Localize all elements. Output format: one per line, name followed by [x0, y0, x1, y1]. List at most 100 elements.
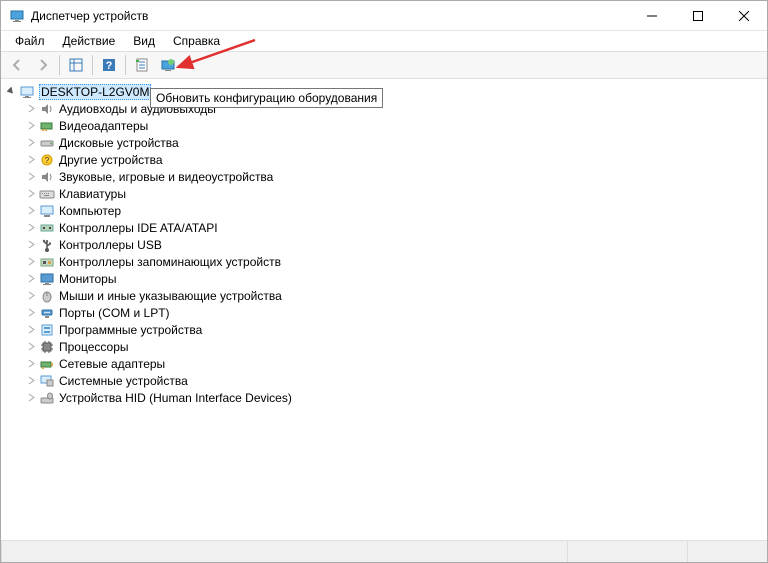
status-cell: [687, 541, 767, 562]
item-label: Контроллеры IDE ATA/ATAPI: [59, 221, 218, 235]
mouse-icon: [39, 288, 55, 304]
expander-icon[interactable]: [25, 256, 37, 268]
tree-item-display-adapters[interactable]: Видеоадаптеры: [3, 117, 765, 134]
back-button[interactable]: [5, 54, 29, 76]
expander-icon[interactable]: [25, 188, 37, 200]
properties-button[interactable]: [130, 54, 154, 76]
expander-icon[interactable]: [25, 120, 37, 132]
tree-item-audio-io[interactable]: Аудиовходы и аудиовыходы: [3, 100, 765, 117]
statusbar: [1, 540, 767, 562]
software-device-icon: [39, 322, 55, 338]
usb-icon: [39, 237, 55, 253]
disk-icon: [39, 135, 55, 151]
titlebar: Диспетчер устройств: [1, 1, 767, 31]
expander-icon[interactable]: [25, 392, 37, 404]
network-adapter-icon: [39, 356, 55, 372]
item-label: Контроллеры запоминающих устройств: [59, 255, 281, 269]
expander-icon[interactable]: [25, 239, 37, 251]
tree-item-hid[interactable]: Устройства HID (Human Interface Devices): [3, 389, 765, 406]
menu-help[interactable]: Справка: [165, 32, 228, 50]
tree-item-computer[interactable]: Компьютер: [3, 202, 765, 219]
root-label: DESKTOP-L2GV0M: [39, 84, 151, 100]
expander-icon[interactable]: [25, 341, 37, 353]
menu-file[interactable]: Файл: [7, 32, 53, 50]
expander-icon[interactable]: [5, 86, 17, 98]
help-button[interactable]: ?: [97, 54, 121, 76]
item-label: Сетевые адаптеры: [59, 357, 165, 371]
tree-item-keyboards[interactable]: Клавиатуры: [3, 185, 765, 202]
cpu-icon: [39, 339, 55, 355]
maximize-button[interactable]: [675, 1, 721, 30]
app-icon: [9, 8, 25, 24]
menubar: Файл Действие Вид Справка: [1, 31, 767, 51]
expander-icon[interactable]: [25, 222, 37, 234]
menu-action[interactable]: Действие: [55, 32, 124, 50]
expander-icon[interactable]: [25, 154, 37, 166]
item-label: Мыши и иные указывающие устройства: [59, 289, 282, 303]
tree-item-sound-game-video[interactable]: Звуковые, игровые и видеоустройства: [3, 168, 765, 185]
svg-text:?: ?: [106, 60, 113, 72]
forward-button[interactable]: [31, 54, 55, 76]
toolbar-separator: [125, 55, 126, 75]
status-cell: [567, 541, 687, 562]
expander-icon[interactable]: [25, 290, 37, 302]
other-device-icon: ?: [39, 152, 55, 168]
expander-icon[interactable]: [25, 103, 37, 115]
tree-item-ports[interactable]: Порты (COM и LPT): [3, 304, 765, 321]
tree-item-monitors[interactable]: Мониторы: [3, 270, 765, 287]
status-cell: [1, 541, 567, 562]
item-label: Системные устройства: [59, 374, 188, 388]
hid-icon: [39, 390, 55, 406]
item-label: Процессоры: [59, 340, 129, 354]
tree-item-processors[interactable]: Процессоры: [3, 338, 765, 355]
toolbar: ?: [1, 51, 767, 79]
toolbar-separator: [92, 55, 93, 75]
item-label: Мониторы: [59, 272, 116, 286]
menu-view[interactable]: Вид: [125, 32, 163, 50]
expander-icon[interactable]: [25, 324, 37, 336]
item-label: Дисковые устройства: [59, 136, 179, 150]
svg-text:?: ?: [45, 156, 50, 165]
keyboard-icon: [39, 186, 55, 202]
speaker-icon: [39, 101, 55, 117]
expander-icon[interactable]: [25, 307, 37, 319]
window-controls: [629, 1, 767, 30]
expander-icon[interactable]: [25, 137, 37, 149]
display-adapter-icon: [39, 118, 55, 134]
minimize-button[interactable]: [629, 1, 675, 30]
expander-icon[interactable]: [25, 375, 37, 387]
port-icon: [39, 305, 55, 321]
item-label: Компьютер: [59, 204, 121, 218]
tree-item-disk-drives[interactable]: Дисковые устройства: [3, 134, 765, 151]
show-hide-console-tree-button[interactable]: [64, 54, 88, 76]
scan-hardware-button[interactable]: [156, 54, 180, 76]
item-label: Контроллеры USB: [59, 238, 162, 252]
tree-item-ide-ata[interactable]: Контроллеры IDE ATA/ATAPI: [3, 219, 765, 236]
device-manager-window: Диспетчер устройств Файл Действие Вид Сп…: [0, 0, 768, 563]
tooltip: Обновить конфигурацию оборудования: [150, 88, 383, 108]
tree-item-usb-controllers[interactable]: Контроллеры USB: [3, 236, 765, 253]
expander-icon[interactable]: [25, 358, 37, 370]
window-title: Диспетчер устройств: [31, 9, 629, 23]
close-button[interactable]: [721, 1, 767, 30]
tree-item-system-devices[interactable]: Системные устройства: [3, 372, 765, 389]
tree-item-network-adapters[interactable]: Сетевые адаптеры: [3, 355, 765, 372]
ide-controller-icon: [39, 220, 55, 236]
computer-icon: [39, 203, 55, 219]
monitor-icon: [39, 271, 55, 287]
toolbar-separator: [59, 55, 60, 75]
tree-root[interactable]: DESKTOP-L2GV0M: [3, 83, 765, 100]
expander-icon[interactable]: [25, 205, 37, 217]
expander-icon[interactable]: [25, 273, 37, 285]
storage-controller-icon: [39, 254, 55, 270]
expander-icon[interactable]: [25, 171, 37, 183]
item-label: Другие устройства: [59, 153, 163, 167]
tree-item-mice[interactable]: Мыши и иные указывающие устройства: [3, 287, 765, 304]
device-tree: DESKTOP-L2GV0M Аудиовходы и аудиовыходы …: [3, 83, 765, 406]
tree-content[interactable]: DESKTOP-L2GV0M Аудиовходы и аудиовыходы …: [1, 79, 767, 540]
item-label: Видеоадаптеры: [59, 119, 148, 133]
tree-item-software-devices[interactable]: Программные устройства: [3, 321, 765, 338]
tree-item-storage-controllers[interactable]: Контроллеры запоминающих устройств: [3, 253, 765, 270]
item-label: Клавиатуры: [59, 187, 126, 201]
tree-item-other-devices[interactable]: ? Другие устройства: [3, 151, 765, 168]
